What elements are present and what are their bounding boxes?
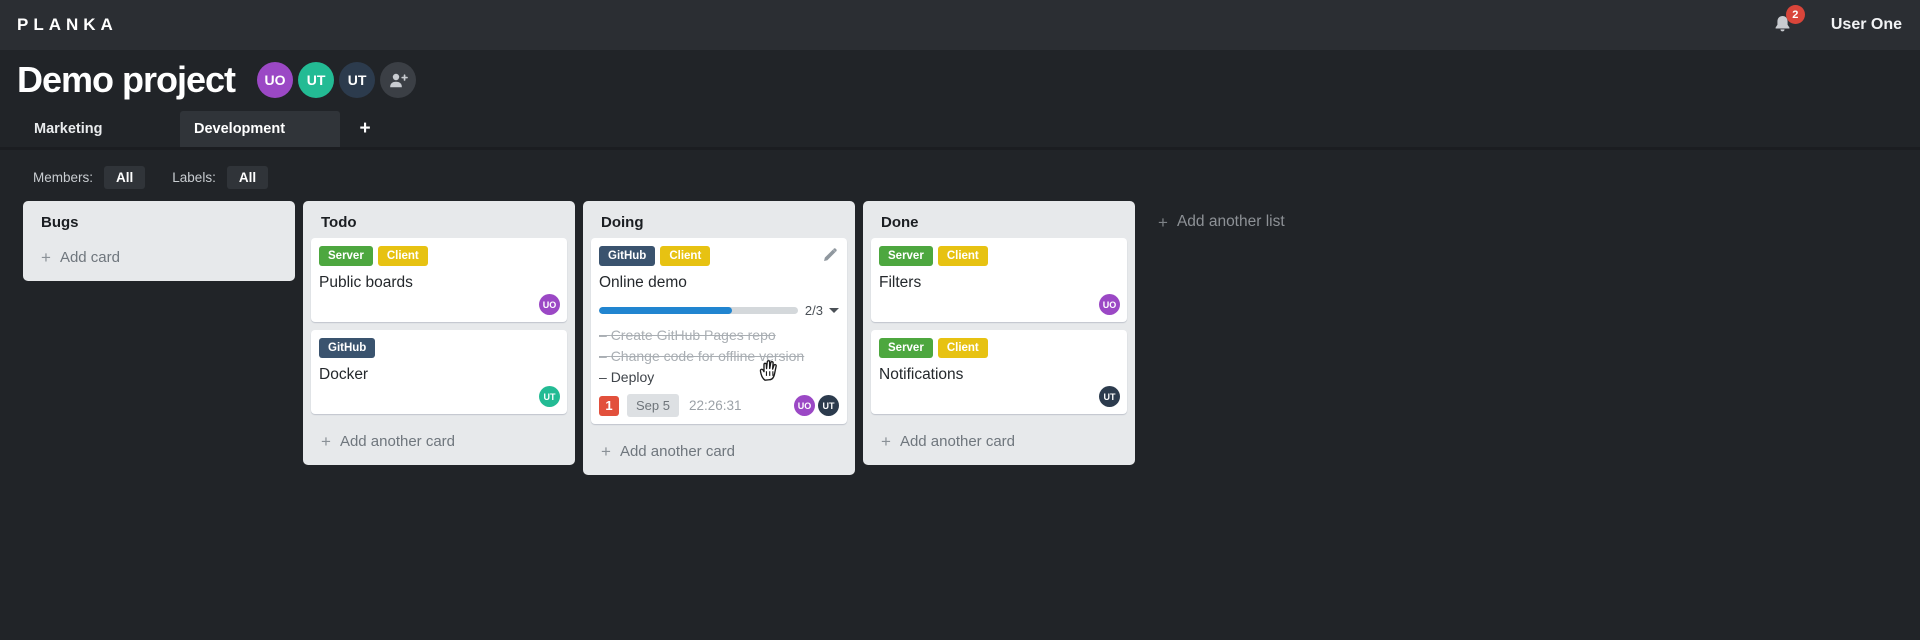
list-doing: Doing GitHubClient Online demo 2/3 Create Gi… xyxy=(583,201,855,476)
task-list: Create GitHub Pages repoChange code for … xyxy=(599,325,839,388)
timer-label[interactable]: 22:26:31 xyxy=(689,398,742,413)
card-member-avatar[interactable]: UO xyxy=(1099,294,1120,315)
topbar: PLANKA 2 User One xyxy=(0,0,1920,50)
card-member-avatar[interactable]: UO xyxy=(794,395,815,417)
card-label: Client xyxy=(377,246,428,267)
card-members: UO xyxy=(1099,294,1120,315)
card-title: Public boards xyxy=(319,274,413,292)
card-labels: Server Client xyxy=(319,246,559,267)
card-label: Server xyxy=(879,338,933,359)
card-labels: GitHub Client xyxy=(599,246,839,267)
add-board-button[interactable]: + xyxy=(348,111,382,147)
tasks-progress-count: 2/3 xyxy=(804,303,823,319)
card-label: Client xyxy=(937,338,988,359)
card[interactable]: Server Client Public boards UO xyxy=(311,238,567,322)
add-list-button[interactable]: + Add another list xyxy=(1158,213,1285,231)
add-card-button[interactable]: + Add another card xyxy=(591,432,847,467)
task-item: Change code for offline version xyxy=(599,346,839,367)
tabs-divider xyxy=(0,147,1920,150)
plus-icon: + xyxy=(601,442,611,462)
card-title: Docker xyxy=(319,366,369,384)
card-member-avatar[interactable]: UT xyxy=(1099,386,1120,407)
add-card-button[interactable]: + Add card xyxy=(31,238,287,273)
project-members: UO UT UT xyxy=(257,62,417,98)
card-members: UT xyxy=(1099,386,1120,407)
board: Bugs + Add card Todo Server Client Public boar… xyxy=(0,189,1920,476)
task-item: Create GitHub Pages repo xyxy=(599,325,839,346)
tab-development[interactable]: Development xyxy=(180,111,340,147)
tasks-toggle[interactable]: 2/3 xyxy=(805,303,839,318)
card-notification-badge: 1 xyxy=(599,395,619,416)
add-card-label: Add another card xyxy=(899,433,1016,450)
progress-bar xyxy=(599,307,798,315)
add-card-button[interactable]: + Add another card xyxy=(311,422,567,457)
due-date-badge[interactable]: Sep 5 xyxy=(627,394,679,418)
app-logo[interactable]: PLANKA xyxy=(17,15,118,35)
list-bugs: Bugs + Add card xyxy=(23,201,295,281)
pencil-icon xyxy=(824,248,837,261)
card-label: Client xyxy=(937,246,988,267)
board-tabs: Marketing Development + xyxy=(0,111,1920,147)
add-card-label: Add card xyxy=(59,249,120,266)
add-card-button[interactable]: + Add another card xyxy=(871,422,1127,457)
card-members: UT xyxy=(539,386,560,407)
card-label: GitHub xyxy=(599,246,656,267)
project-header: Demo project UO UT UT xyxy=(0,50,1920,101)
card-footer: 1 Sep 5 22:26:31 UO UT xyxy=(599,394,839,418)
user-plus-icon xyxy=(389,73,408,87)
card-title: Filters xyxy=(879,274,922,292)
list-todo: Todo Server Client Public boards UO GitHub Doc… xyxy=(303,201,575,465)
card[interactable]: Server Client Notifications UT xyxy=(871,330,1127,414)
list-title[interactable]: Todo xyxy=(311,209,567,238)
list-title[interactable]: Doing xyxy=(591,209,847,238)
card-title: Notifications xyxy=(879,366,964,384)
list-done: Done Server Client Filters UO Server Client Not… xyxy=(863,201,1135,465)
members-filter-value[interactable]: All xyxy=(104,166,146,189)
add-card-label: Add another card xyxy=(339,433,456,450)
card-label: Server xyxy=(319,246,373,267)
card[interactable]: GitHub Docker UT xyxy=(311,330,567,414)
card-members: UO xyxy=(539,294,560,315)
members-filter-label: Members: xyxy=(33,170,94,185)
labels-filter-label: Labels: xyxy=(172,170,216,185)
progress-bar-fill xyxy=(599,307,732,315)
card-member-avatar[interactable]: UT xyxy=(539,386,560,407)
card-labels: GitHub xyxy=(319,338,559,359)
add-list-label: Add another list xyxy=(1176,213,1285,230)
card-labels: Server Client xyxy=(879,246,1119,267)
topbar-right: 2 User One xyxy=(1771,5,1902,37)
chevron-down-icon xyxy=(829,308,839,314)
list-title[interactable]: Bugs xyxy=(31,209,287,238)
tab-marketing[interactable]: Marketing xyxy=(20,111,180,147)
card-labels: Server Client xyxy=(879,338,1119,359)
card[interactable]: GitHubClient Online demo 2/3 Create GitHub … xyxy=(591,238,847,425)
card-title: Online demo xyxy=(599,274,687,292)
card-label: GitHub xyxy=(319,338,376,359)
card-label: Server xyxy=(879,246,933,267)
member-avatar[interactable]: UO xyxy=(257,62,294,98)
card-member-avatar[interactable]: UO xyxy=(539,294,560,315)
member-avatar[interactable]: UT xyxy=(298,62,335,98)
edit-card-button[interactable] xyxy=(822,248,837,266)
plus-icon: + xyxy=(321,432,331,451)
notifications-button[interactable]: 2 xyxy=(1771,5,1805,37)
labels-filter-value[interactable]: All xyxy=(226,166,269,189)
card-label: Client xyxy=(660,246,711,267)
add-card-label: Add another card xyxy=(619,443,736,461)
filter-bar: Members: All Labels: All xyxy=(0,166,1920,189)
tasks-progress: 2/3 xyxy=(599,303,839,318)
member-avatar[interactable]: UT xyxy=(339,62,376,98)
add-member-button[interactable] xyxy=(380,62,417,98)
plus-icon: + xyxy=(881,432,891,451)
page-title[interactable]: Demo project xyxy=(17,59,236,101)
card-member-avatar[interactable]: UT xyxy=(818,395,839,417)
plus-icon: + xyxy=(41,248,51,267)
list-title[interactable]: Done xyxy=(871,209,1127,238)
task-item: Deploy xyxy=(599,367,839,388)
notification-badge: 2 xyxy=(1785,5,1805,24)
card[interactable]: Server Client Filters UO xyxy=(871,238,1127,322)
plus-icon: + xyxy=(1158,212,1168,232)
user-menu[interactable]: User One xyxy=(1831,16,1902,34)
card-members: UO UT xyxy=(794,395,839,417)
